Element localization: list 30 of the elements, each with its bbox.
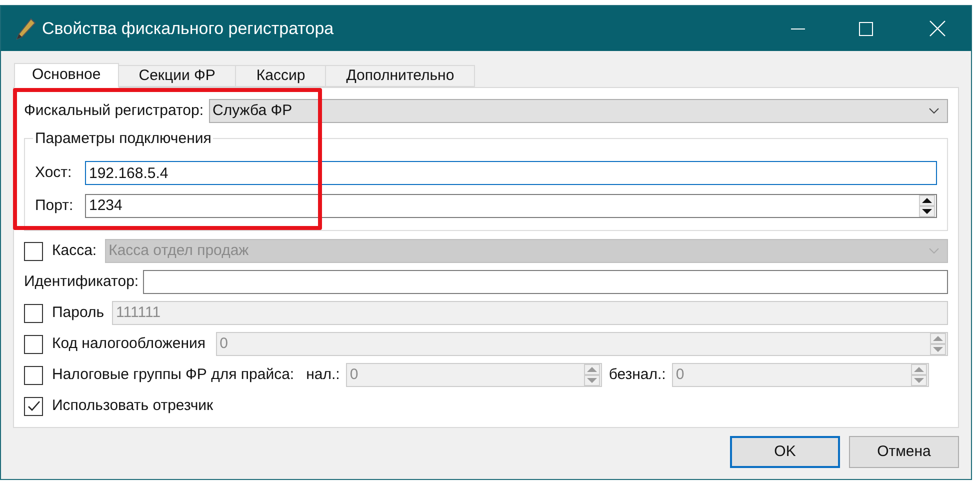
host-field[interactable]: 192.168.5.4 [85, 161, 937, 185]
field-label: Фискальный регистратор: [24, 100, 204, 121]
field-label: безнал.: [608, 364, 666, 385]
maximize-icon[interactable] [858, 20, 874, 36]
checkmark-icon [26, 399, 40, 413]
chevron-down-icon [929, 248, 939, 254]
cancel-button[interactable]: Отмена [849, 436, 959, 468]
field-label: Порт: [35, 196, 74, 216]
chevron-down-icon [929, 108, 939, 114]
tab[interactable]: Основное [14, 63, 119, 88]
field-label: Пароль [52, 302, 104, 323]
registrar-combo[interactable]: Служба ФР [208, 99, 948, 123]
field-label: Касса: [52, 240, 97, 261]
close-icon[interactable] [929, 20, 946, 37]
checkbox[interactable] [24, 396, 43, 416]
tab[interactable]: Секции ФР [118, 65, 236, 87]
group-title: Параметры подключения [33, 130, 214, 148]
window-title: Свойства фискального регистратора [42, 18, 334, 40]
spin-arrows-icon[interactable] [919, 195, 935, 217]
field-label: Хост: [35, 162, 73, 183]
ok-button[interactable]: OK [730, 436, 840, 468]
field-label: Код налогообложения [52, 334, 206, 354]
tab[interactable]: Дополнительно [325, 65, 476, 87]
field-label: Использовать отрезчик [52, 396, 214, 416]
pencil-icon [16, 18, 36, 40]
tab[interactable]: Кассир [235, 65, 326, 87]
port-spin-field[interactable]: 1234 [85, 194, 937, 218]
field-label: Идентификатор: [24, 272, 139, 292]
field-label: Налоговые группы ФР для прайса: [52, 364, 294, 385]
field-label: нал.: [306, 364, 340, 385]
